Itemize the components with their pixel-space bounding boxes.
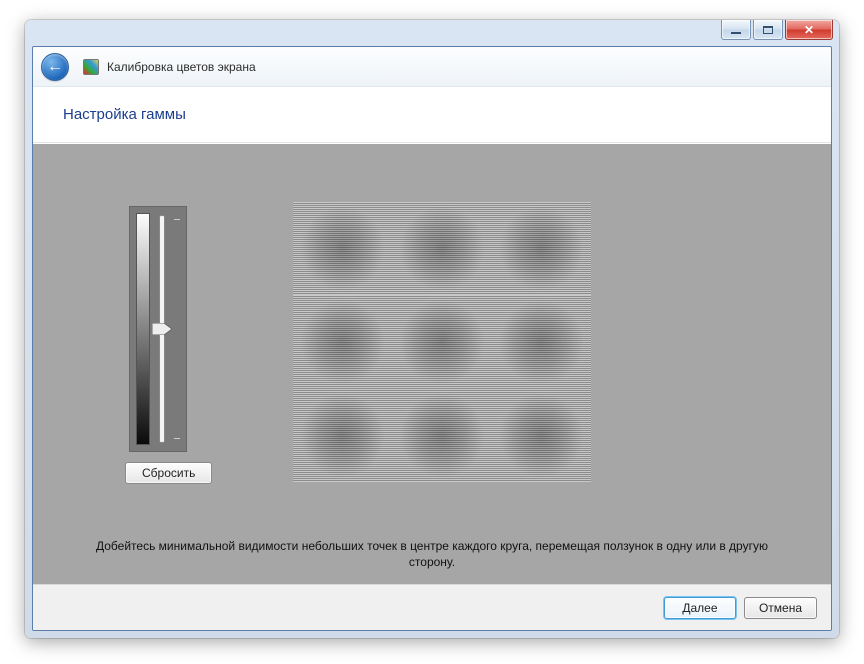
maximize-button[interactable] — [753, 20, 783, 40]
window-chrome: ✕ ← Калибровка цветов экрана Настройка г… — [25, 20, 839, 638]
maximize-icon — [763, 26, 773, 34]
page-title: Настройка гаммы — [63, 106, 186, 123]
app-title: Калибровка цветов экрана — [107, 60, 256, 74]
app-icon — [83, 59, 99, 75]
instruction-text: Добейтесь минимальной видимости небольши… — [33, 530, 831, 584]
slider-tick-top — [174, 219, 180, 220]
back-arrow-icon: ← — [47, 58, 63, 76]
gamma-pattern-cell — [392, 389, 491, 482]
gamma-pattern-cell — [293, 202, 392, 295]
wizard-button-bar: Далее Отмена — [33, 584, 831, 630]
slider-thumb[interactable] — [152, 323, 172, 335]
minimize-icon — [731, 32, 741, 34]
content-panel: Сбросить Добейтесь минимальной видимости… — [33, 144, 831, 584]
gamma-slider[interactable] — [129, 206, 187, 452]
gamma-pattern-cell — [293, 295, 392, 388]
gamma-slider-block: Сбросить — [125, 206, 191, 484]
window-controls: ✕ — [719, 20, 833, 44]
gamma-pattern-cell — [492, 295, 591, 388]
reset-button[interactable]: Сбросить — [125, 462, 212, 484]
gradient-scale-icon — [136, 213, 150, 445]
cancel-button[interactable]: Отмена — [744, 597, 817, 619]
header-bar: ← Калибровка цветов экрана — [33, 47, 831, 87]
gamma-pattern-cell — [392, 202, 491, 295]
gamma-pattern-cell — [392, 295, 491, 388]
gamma-pattern-cell — [492, 202, 591, 295]
minimize-button[interactable] — [721, 20, 751, 40]
next-button[interactable]: Далее — [664, 597, 736, 619]
slider-tick-bottom — [174, 438, 180, 439]
gamma-pattern-grid — [293, 202, 591, 482]
gamma-pattern-cell — [492, 389, 591, 482]
close-icon: ✕ — [804, 23, 814, 37]
calibration-area: Сбросить — [33, 144, 831, 530]
client-area: ← Калибровка цветов экрана Настройка гам… — [32, 46, 832, 631]
close-button[interactable]: ✕ — [785, 20, 833, 40]
gamma-pattern-cell — [293, 389, 392, 482]
page-heading-bar: Настройка гаммы — [33, 87, 831, 143]
back-button[interactable]: ← — [41, 53, 69, 81]
